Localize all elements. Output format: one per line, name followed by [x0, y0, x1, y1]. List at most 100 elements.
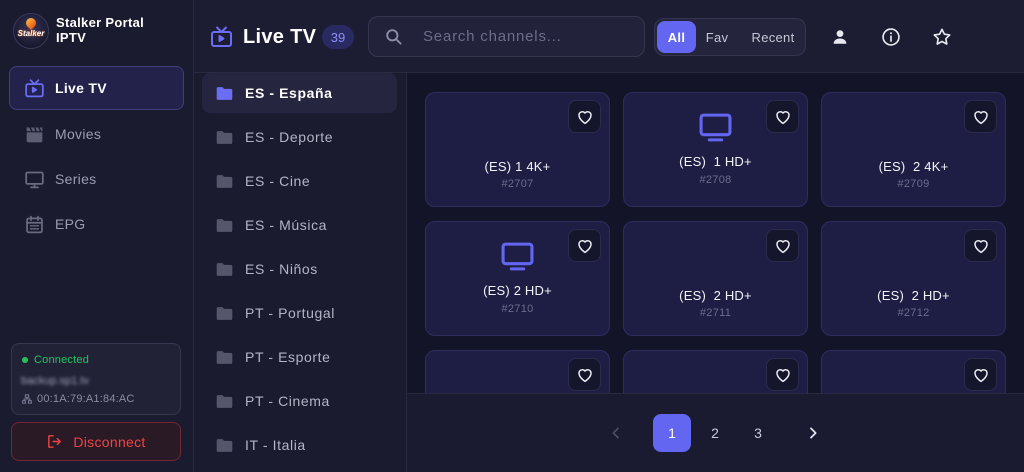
channel-name: (ES) 2 HD+	[679, 288, 752, 303]
disconnect-button[interactable]: Disconnect	[11, 422, 181, 461]
tv-icon	[501, 242, 534, 271]
logo-text: Stalker	[17, 29, 45, 38]
heart-icon	[973, 110, 988, 124]
folder-icon	[216, 130, 233, 144]
sidebar-item-label: Movies	[55, 126, 102, 142]
category-label: PT - Esporte	[245, 349, 331, 365]
disconnect-label: Disconnect	[73, 433, 146, 450]
category-item[interactable]: ES - Niños	[202, 249, 397, 289]
category-label: ES - Música	[245, 217, 328, 233]
folder-icon	[216, 174, 233, 188]
sidebar-item-series[interactable]: Series	[9, 157, 184, 201]
favorite-button[interactable]	[766, 229, 799, 262]
app-title-line2: IPTV	[56, 30, 87, 45]
category-label: ES - Niños	[245, 261, 318, 277]
favorite-button[interactable]	[568, 229, 601, 262]
mac-address: 00:1A:79:A1:84:AC	[37, 393, 135, 405]
category-item[interactable]: ES - Cine	[202, 161, 397, 201]
server-address: backup.sp1.tv	[21, 375, 89, 387]
favorite-button[interactable]	[568, 100, 601, 133]
logo-flame	[23, 15, 39, 31]
channel-number: #2708	[699, 174, 732, 186]
channel-card[interactable]	[623, 350, 808, 393]
heart-icon	[577, 110, 592, 124]
search-box[interactable]	[368, 16, 645, 57]
category-item[interactable]: ES - Música	[202, 205, 397, 245]
mac-address-row: 00:1A:79:A1:84:AC	[22, 393, 135, 405]
category-label: ES - España	[245, 85, 333, 101]
favorite-button[interactable]	[766, 358, 799, 391]
folder-icon	[216, 394, 233, 408]
chevron-left-icon[interactable]	[608, 425, 624, 441]
channel-number: #2711	[699, 307, 732, 319]
sidebar-item-label: Series	[55, 171, 97, 187]
channel-number: #2710	[501, 303, 534, 315]
sidebar-item-epg[interactable]: EPG	[9, 202, 184, 246]
category-item[interactable]: IT - Italia	[202, 425, 397, 465]
app-logo: Stalker	[13, 13, 49, 49]
category-label: ES - Cine	[245, 173, 311, 189]
channel-card[interactable]	[425, 350, 610, 393]
tv-icon	[211, 26, 232, 47]
heart-icon	[973, 239, 988, 253]
folder-icon	[216, 86, 233, 100]
favorite-button[interactable]	[964, 229, 997, 262]
channel-card[interactable]: (ES) 2 HD+ #2710	[425, 221, 610, 336]
channel-card[interactable]	[821, 350, 1006, 393]
filter-fav[interactable]: Fav	[697, 21, 737, 53]
folder-icon	[216, 306, 233, 320]
info-icon[interactable]	[881, 27, 901, 47]
user-icon[interactable]	[831, 28, 849, 46]
heart-icon	[775, 239, 790, 253]
channel-number: #2709	[897, 178, 930, 190]
page-button[interactable]: 3	[739, 414, 777, 452]
channel-grid: (ES) 1 4K+ #2707 (ES) 1 HD+ #2708 (ES) 2…	[407, 73, 1024, 393]
channel-card[interactable]: (ES) 1 4K+ #2707	[425, 92, 610, 207]
page-button[interactable]: 1	[653, 414, 691, 452]
tv-icon	[699, 113, 732, 142]
filter-recent[interactable]: Recent	[743, 21, 803, 53]
channel-card[interactable]: (ES) 2 HD+ #2711	[623, 221, 808, 336]
connection-card: Connected backup.sp1.tv 00:1A:79:A1:84:A…	[11, 343, 181, 415]
search-input[interactable]	[369, 17, 644, 56]
heart-icon	[775, 110, 790, 124]
channel-name: (ES) 2 HD+	[877, 288, 950, 303]
channel-card[interactable]: (ES) 1 HD+ #2708	[623, 92, 808, 207]
calendar-icon	[26, 215, 43, 233]
monitor-icon	[25, 171, 44, 188]
heart-icon	[577, 239, 592, 253]
channel-name: (ES) 2 4K+	[878, 159, 949, 174]
category-item[interactable]: ES - España	[202, 73, 397, 113]
sidebar-item-movies[interactable]: Movies	[9, 112, 184, 156]
favorite-button[interactable]	[766, 100, 799, 133]
category-item[interactable]: ES - Deporte	[202, 117, 397, 157]
category-item[interactable]: PT - Portugal	[202, 293, 397, 333]
category-item[interactable]: PT - Esporte	[202, 337, 397, 377]
sidebar-item-label: EPG	[55, 216, 86, 232]
tv-icon	[25, 78, 44, 97]
sidebar-item-live-tv[interactable]: Live TV	[9, 66, 184, 110]
chevron-right-icon[interactable]	[805, 425, 821, 441]
channel-count-badge: 39	[322, 25, 354, 49]
channel-name: (ES) 2 HD+	[483, 283, 552, 298]
category-item[interactable]: PT - Cinema	[202, 381, 397, 421]
page-button[interactable]: 2	[696, 414, 734, 452]
heart-icon	[775, 368, 790, 382]
network-icon	[22, 394, 32, 404]
favorite-button[interactable]	[964, 100, 997, 133]
folder-icon	[216, 350, 233, 364]
star-icon[interactable]	[932, 27, 952, 47]
folder-icon	[216, 262, 233, 276]
channel-card[interactable]: (ES) 2 4K+ #2709	[821, 92, 1006, 207]
favorite-button[interactable]	[964, 358, 997, 391]
channel-card[interactable]: (ES) 2 HD+ #2712	[821, 221, 1006, 336]
connection-status: Connected	[22, 354, 89, 366]
filter-all[interactable]: All	[657, 21, 696, 53]
folder-icon	[216, 438, 233, 452]
filter-tabs: All Fav Recent	[654, 18, 806, 56]
channel-name: (ES) 1 4K+	[484, 159, 551, 174]
heart-icon	[577, 368, 592, 382]
favorite-button[interactable]	[568, 358, 601, 391]
clapperboard-icon	[26, 126, 43, 142]
status-dot	[22, 357, 28, 363]
